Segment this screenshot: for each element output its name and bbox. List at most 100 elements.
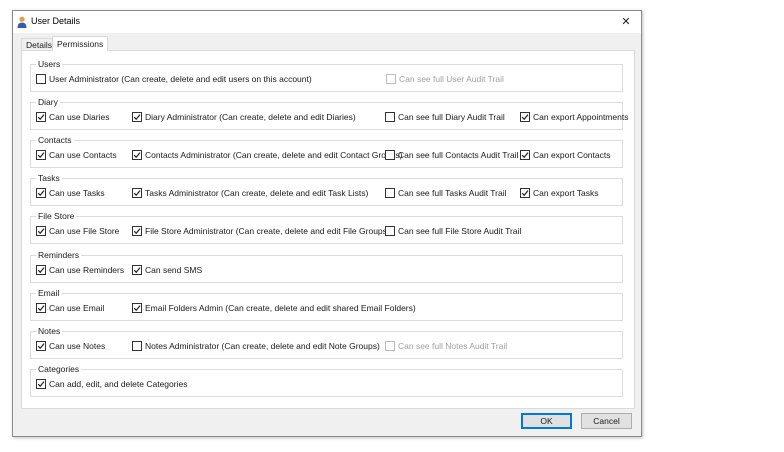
export-contacts-checkbox[interactable]: Can export Contacts [520, 150, 610, 161]
close-icon[interactable]: ✕ [611, 11, 641, 33]
checkbox-label: Can use Reminders [49, 265, 125, 275]
categories-checkbox[interactable]: Can add, edit, and delete Categories [36, 379, 187, 390]
checkbox-checked-icon[interactable] [132, 303, 142, 313]
checkbox-label: Email Folders Admin (Can create, delete … [145, 303, 416, 313]
checkbox-checked-icon[interactable] [36, 265, 46, 275]
user-administrator-checkbox[interactable]: User Administrator (Can create, delete a… [36, 74, 312, 85]
can-use-tasks-checkbox[interactable]: Can use Tasks [36, 188, 105, 199]
checkbox-label: Can use Email [49, 303, 105, 313]
diary-audit-trail-checkbox[interactable]: Can see full Diary Audit Trail [385, 112, 505, 123]
checkbox-checked-icon[interactable] [36, 379, 46, 389]
user-details-window: User Details ✕ Details Permissions Users… [12, 10, 642, 437]
group-reminders: Reminders Can use Reminders Can send SMS [30, 250, 623, 283]
checkbox-label: Contacts Administrator (Can create, dele… [145, 150, 403, 160]
file-store-audit-trail-checkbox[interactable]: Can see full File Store Audit Trail [385, 226, 521, 237]
file-store-administrator-checkbox[interactable]: File Store Administrator (Can create, de… [132, 226, 390, 237]
contacts-administrator-checkbox[interactable]: Contacts Administrator (Can create, dele… [132, 150, 403, 161]
group-title: File Store [36, 211, 77, 221]
checkbox-unchecked-icon[interactable] [385, 226, 395, 236]
export-tasks-checkbox[interactable]: Can export Tasks [520, 188, 599, 199]
email-folders-admin-checkbox[interactable]: Email Folders Admin (Can create, delete … [132, 303, 416, 314]
checkbox-checked-icon[interactable] [36, 188, 46, 198]
group-tasks: Tasks Can use Tasks Tasks Administrator (C… [30, 173, 623, 206]
user-audit-trail-checkbox[interactable]: Can see full User Audit Trail [386, 74, 504, 85]
checkbox-checked-icon[interactable] [132, 112, 142, 122]
group-categories: Categories Can add, edit, and delete Cate… [30, 364, 623, 397]
checkbox-label: Can see full File Store Audit Trail [398, 226, 522, 236]
checkbox-checked-icon[interactable] [132, 150, 142, 160]
checkbox-label: Can use File Store [49, 226, 120, 236]
group-title: Reminders [36, 250, 82, 260]
notes-audit-trail-checkbox[interactable]: Can see full Notes Audit Trail [385, 341, 507, 352]
checkbox-unchecked-icon[interactable] [132, 341, 142, 351]
cancel-button[interactable]: Cancel [581, 413, 632, 429]
notes-administrator-checkbox[interactable]: Notes Administrator (Can create, delete … [132, 341, 380, 352]
checkbox-checked-icon[interactable] [36, 150, 46, 160]
tasks-audit-trail-checkbox[interactable]: Can see full Tasks Audit Trail [385, 188, 507, 199]
checkbox-checked-icon[interactable] [36, 303, 46, 313]
group-email: Email Can use Email Email Folders Admin (C… [30, 288, 623, 321]
can-use-contacts-checkbox[interactable]: Can use Contacts [36, 150, 117, 161]
group-title: Contacts [36, 135, 74, 145]
checkbox-label: Can use Diaries [49, 112, 110, 122]
group-contacts: Contacts Can use Contacts Contacts Adminis… [30, 135, 623, 168]
checkbox-label: Can send SMS [145, 265, 203, 275]
checkbox-checked-icon[interactable] [36, 112, 46, 122]
group-notes: Notes Can use Notes Notes Administrator (C… [30, 326, 623, 359]
checkbox-label: Can add, edit, and delete Categories [49, 379, 188, 389]
checkbox-label: Can see full Tasks Audit Trail [398, 188, 507, 198]
group-diary: Diary Can use Diaries Diary Administrator … [30, 97, 628, 130]
checkbox-label: Can see full User Audit Trail [399, 74, 504, 84]
checkbox-label: Can see full Contacts Audit Trail [398, 150, 519, 160]
checkbox-checked-icon[interactable] [132, 265, 142, 275]
title-bar: User Details ✕ [13, 11, 641, 33]
group-file-store: File Store Can use File Store File Store A… [30, 211, 623, 244]
tasks-administrator-checkbox[interactable]: Tasks Administrator (Can create, delete … [132, 188, 368, 199]
checkbox-label: Tasks Administrator (Can create, delete … [145, 188, 369, 198]
checkbox-label: Can use Contacts [49, 150, 117, 160]
checkbox-unchecked-icon[interactable] [36, 74, 46, 84]
group-users: Users User Administrator (Can create, del… [30, 59, 623, 92]
checkbox-unchecked-icon[interactable] [386, 74, 396, 84]
group-title: Email [36, 288, 62, 298]
can-use-notes-checkbox[interactable]: Can use Notes [36, 341, 105, 352]
checkbox-label: Can use Notes [49, 341, 106, 351]
group-title: Categories [36, 364, 82, 374]
checkbox-checked-icon[interactable] [36, 341, 46, 351]
can-use-diaries-checkbox[interactable]: Can use Diaries [36, 112, 109, 123]
checkbox-unchecked-icon[interactable] [385, 341, 395, 351]
checkbox-label: Can see full Diary Audit Trail [398, 112, 505, 122]
checkbox-label: User Administrator (Can create, delete a… [49, 74, 312, 84]
checkbox-checked-icon[interactable] [36, 226, 46, 236]
diary-administrator-checkbox[interactable]: Diary Administrator (Can create, delete … [132, 112, 356, 123]
checkbox-label: Diary Administrator (Can create, delete … [145, 112, 356, 122]
checkbox-unchecked-icon[interactable] [385, 150, 395, 160]
user-icon [17, 16, 27, 28]
checkbox-checked-icon[interactable] [520, 188, 530, 198]
checkbox-unchecked-icon[interactable] [385, 112, 395, 122]
window-title: User Details [31, 16, 81, 26]
checkbox-checked-icon[interactable] [132, 226, 142, 236]
group-title: Diary [36, 97, 60, 107]
checkbox-checked-icon[interactable] [520, 150, 530, 160]
can-use-reminders-checkbox[interactable]: Can use Reminders [36, 265, 124, 276]
checkbox-label: Can export Tasks [533, 188, 599, 198]
can-use-file-store-checkbox[interactable]: Can use File Store [36, 226, 119, 237]
checkbox-label: File Store Administrator (Can create, de… [145, 226, 390, 236]
checkbox-checked-icon[interactable] [132, 188, 142, 198]
checkbox-label: Can export Appointments [533, 112, 629, 122]
contacts-audit-trail-checkbox[interactable]: Can see full Contacts Audit Trail [385, 150, 518, 161]
export-appointments-checkbox[interactable]: Can export Appointments [520, 112, 628, 123]
checkbox-label: Notes Administrator (Can create, delete … [145, 341, 380, 351]
can-use-email-checkbox[interactable]: Can use Email [36, 303, 104, 314]
checkbox-label: Can use Tasks [49, 188, 105, 198]
tab-permissions[interactable]: Permissions [52, 36, 109, 51]
checkbox-label: Can see full Notes Audit Trail [398, 341, 508, 351]
group-title: Tasks [36, 173, 62, 183]
checkbox-unchecked-icon[interactable] [385, 188, 395, 198]
group-title: Users [36, 59, 63, 69]
permissions-panel: Users User Administrator (Can create, del… [21, 50, 635, 409]
can-send-sms-checkbox[interactable]: Can send SMS [132, 265, 202, 276]
ok-button[interactable]: OK [521, 413, 572, 429]
checkbox-checked-icon[interactable] [520, 112, 530, 122]
